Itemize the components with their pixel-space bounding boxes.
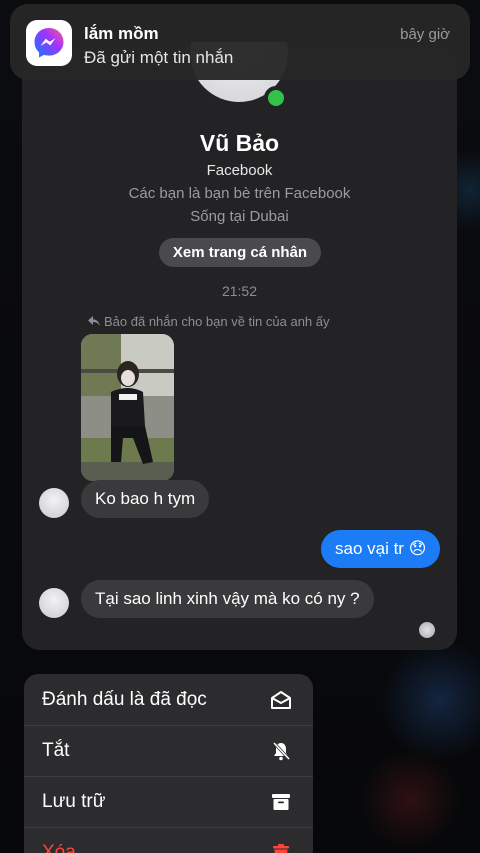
notification-banner[interactable]: lắm mồm Đã gửi một tin nhắn bây giờ: [10, 4, 470, 80]
seen-indicator: [419, 622, 435, 638]
contact-platform: Facebook: [206, 162, 273, 179]
trash-icon: [271, 843, 291, 853]
notification-title: lắm mồm: [84, 24, 159, 43]
archive-box-icon: [271, 792, 291, 812]
notification-time: bây giờ: [400, 26, 450, 43]
friend-status: Các bạn là bạn bè trên Facebook: [128, 185, 351, 202]
message-bubble-incoming[interactable]: Ko bao h tym: [81, 480, 210, 518]
story-reply-note: Bảo đã nhắn cho bạn về tin của anh ấy: [88, 314, 330, 329]
message-bubble-incoming[interactable]: Tại sao linh xinh vậy mà ko có ny ?: [81, 580, 374, 618]
view-profile-button[interactable]: Xem trang cá nhân: [159, 238, 321, 267]
chat-timestamp: 21:52: [221, 283, 258, 299]
reply-arrow-icon: [88, 314, 100, 329]
contact-location: Sống tại Dubai: [190, 208, 289, 225]
menu-item-mute[interactable]: Tắt: [24, 725, 313, 776]
bell-slash-icon: [271, 741, 291, 761]
menu-item-label: Đánh dấu là đã đọc: [42, 688, 207, 710]
context-menu: Đánh dấu là đã đọc Tắt Lưu trữ Xóa: [24, 674, 313, 853]
story-photo[interactable]: [81, 334, 174, 481]
contact-name: Vũ Bảo: [199, 130, 280, 156]
menu-item-label: Xóa: [42, 842, 76, 853]
notification-message: Đã gửi một tin nhắn: [84, 48, 234, 67]
chat-preview-card[interactable]: Vũ Bảo Facebook Các bạn là bạn bè trên F…: [22, 42, 457, 650]
sender-avatar: [39, 488, 69, 518]
reply-note-text: Bảo đã nhắn cho bạn về tin của anh ấy: [104, 314, 330, 329]
messenger-icon: [26, 20, 72, 66]
menu-item-label: Tắt: [42, 740, 70, 761]
menu-item-archive[interactable]: Lưu trữ: [24, 776, 313, 827]
menu-item-label: Lưu trữ: [42, 791, 106, 812]
message-bubble-outgoing[interactable]: sao vại tr 😞: [321, 530, 441, 568]
menu-item-delete[interactable]: Xóa: [24, 827, 313, 853]
menu-item-mark-read[interactable]: Đánh dấu là đã đọc: [24, 674, 313, 725]
online-status-dot: [264, 86, 288, 110]
envelope-open-icon: [271, 690, 291, 710]
sender-avatar: [39, 588, 69, 618]
